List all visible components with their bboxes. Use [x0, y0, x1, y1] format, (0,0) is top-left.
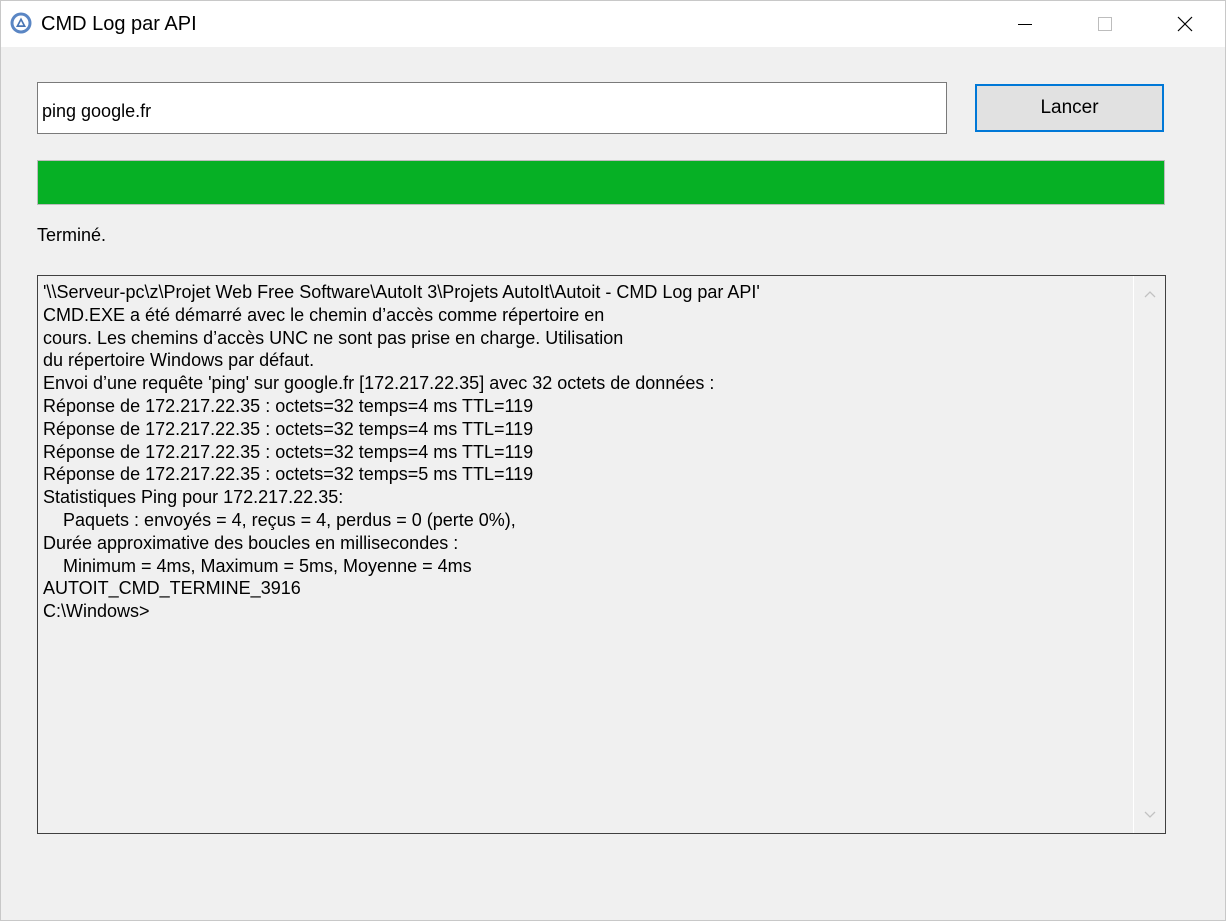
log-line: CMD.EXE a été démarré avec le chemin d’a…	[43, 304, 605, 325]
scroll-down-arrow-icon[interactable]	[1142, 807, 1158, 823]
log-text: '\\Serveur-pc\z\Projet Web Free Software…	[43, 281, 1133, 829]
scroll-up-arrow-icon[interactable]	[1142, 286, 1158, 302]
log-line: Réponse de 172.217.22.35 : octets=32 tem…	[43, 464, 534, 485]
log-line: AUTOIT_CMD_TERMINE_3916	[43, 578, 301, 599]
title-bar[interactable]: CMD Log par API	[1, 1, 1225, 47]
status-label: Terminé.	[37, 225, 107, 245]
log-scrollbar[interactable]	[1133, 276, 1165, 833]
log-line: '\\Serveur-pc\z\Projet Web Free Software…	[43, 282, 760, 302]
log-line: Minimum = 4ms, Maximum = 5ms, Moyenne = …	[43, 555, 472, 576]
command-input[interactable]	[37, 82, 947, 134]
log-output[interactable]: '\\Serveur-pc\z\Projet Web Free Software…	[37, 275, 1166, 834]
launch-button[interactable]: Lancer	[975, 84, 1164, 132]
maximize-icon	[1098, 17, 1112, 31]
close-button[interactable]	[1145, 1, 1225, 47]
log-line: Réponse de 172.217.22.35 : octets=32 tem…	[43, 395, 534, 416]
log-line: cours. Les chemins d’accès UNC ne sont p…	[43, 327, 624, 348]
log-line: Réponse de 172.217.22.35 : octets=32 tem…	[43, 418, 534, 439]
log-line: Durée approximative des boucles en milli…	[43, 532, 459, 553]
minimize-icon	[1018, 24, 1032, 25]
progress-bar-fill	[38, 161, 1164, 204]
log-line: Paquets : envoyés = 4, reçus = 4, perdus…	[43, 509, 516, 530]
log-line: Statistiques Ping pour 172.217.22.35:	[43, 487, 344, 508]
minimize-button[interactable]	[985, 1, 1065, 47]
log-line: Réponse de 172.217.22.35 : octets=32 tem…	[43, 441, 534, 462]
close-icon	[1177, 16, 1193, 32]
progress-bar	[37, 160, 1165, 205]
app-window: CMD Log par API Lancer Terminé. '\\Serve…	[0, 0, 1226, 921]
log-line: C:\Windows>	[43, 601, 150, 622]
autoit-app-icon	[10, 12, 32, 34]
window-title: CMD Log par API	[41, 13, 197, 35]
log-line: Envoi d’une requête 'ping' sur google.fr…	[43, 373, 715, 394]
log-line: du répertoire Windows par défaut.	[43, 350, 315, 371]
maximize-button[interactable]	[1065, 1, 1145, 47]
